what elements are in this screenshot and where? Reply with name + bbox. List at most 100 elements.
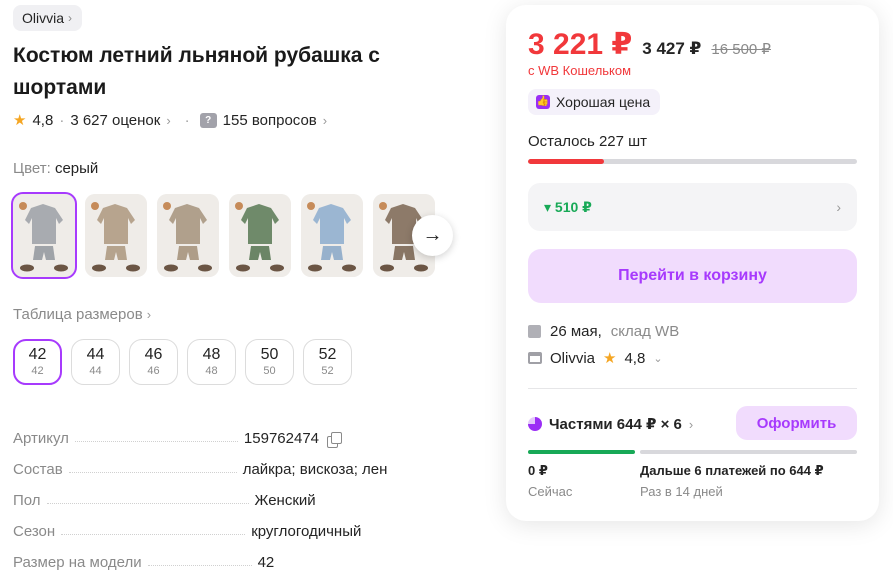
color-thumbnail-taupe[interactable] bbox=[157, 194, 219, 277]
reviews-link[interactable]: 3 627 оценок bbox=[70, 112, 160, 129]
divider bbox=[528, 388, 857, 389]
brand-chip[interactable]: Olivvia › bbox=[13, 5, 83, 31]
size-ru: 46 bbox=[147, 365, 160, 377]
arrow-right-icon: → bbox=[422, 224, 443, 246]
spec-row: Артикул 159762474 bbox=[13, 416, 453, 448]
spec-value: 159762474 bbox=[243, 430, 343, 448]
stock-bar-fill bbox=[528, 159, 604, 164]
spec-row: Сезон круглогодичный bbox=[13, 509, 453, 540]
chevron-right-icon: › bbox=[146, 307, 152, 322]
stock-bar bbox=[528, 159, 857, 164]
color-thumbnail-gray[interactable] bbox=[11, 192, 77, 279]
chevron-right-icon: › bbox=[688, 416, 694, 432]
good-price-badge: 👍 Хорошая цена bbox=[528, 89, 661, 115]
discount-row[interactable]: ▾ 510 ₽ › bbox=[528, 183, 857, 231]
size-option[interactable]: 48 48 bbox=[187, 339, 236, 385]
spec-value: лайкра; вискоза; лен bbox=[242, 461, 388, 478]
color-thumbnail-blue[interactable] bbox=[301, 194, 363, 277]
seller-name: Olivvia bbox=[550, 349, 596, 367]
spec-row: Пол Женский bbox=[13, 478, 453, 509]
next-arrow-button[interactable]: → bbox=[412, 215, 453, 256]
price-old: 16 500 ₽ bbox=[711, 41, 771, 58]
spec-key: Размер на модели bbox=[13, 554, 142, 571]
rating-value: 4,8 bbox=[32, 111, 54, 129]
chevron-down-icon: ⌄ bbox=[653, 352, 663, 365]
size-ru: 52 bbox=[321, 365, 334, 377]
plan-now-amount: 0 ₽ bbox=[528, 463, 548, 478]
outfit-image bbox=[13, 194, 75, 277]
plan-later-label: Раз в 14 дней bbox=[640, 484, 723, 499]
color-key: Цвет: bbox=[13, 160, 51, 177]
color-label: Цвет: серый bbox=[13, 160, 98, 177]
color-thumbnail-beige[interactable] bbox=[85, 194, 147, 277]
outfit-image bbox=[301, 194, 363, 277]
spec-key: Артикул bbox=[13, 430, 69, 447]
spec-table: Артикул 159762474 Состав лайкра; вискоза… bbox=[13, 416, 453, 571]
rating-row: ★ 4,8 · 3 627 оценок › · ? 155 вопросов … bbox=[13, 111, 327, 130]
delivery-info: 26 мая, склад WB bbox=[528, 323, 679, 340]
pie-chart-icon bbox=[528, 417, 542, 431]
dotted-leader bbox=[74, 441, 238, 442]
dotted-leader bbox=[46, 503, 249, 504]
price-regular: 3 427 ₽ bbox=[642, 39, 702, 58]
plan-bar-now bbox=[528, 450, 635, 454]
dotted-leader bbox=[61, 534, 246, 535]
outfit-image bbox=[229, 194, 291, 277]
color-value: серый bbox=[54, 160, 99, 177]
delivery-warehouse: склад WB bbox=[610, 323, 680, 340]
size-value: 48 bbox=[202, 346, 221, 363]
size-ru: 50 bbox=[263, 365, 276, 377]
wallet-note: с WB Кошельком bbox=[528, 63, 632, 78]
size-value: 46 bbox=[144, 346, 163, 363]
go-to-cart-button[interactable]: Перейти в корзину bbox=[528, 249, 857, 303]
star-icon: ★ bbox=[603, 350, 617, 367]
dotted-leader bbox=[68, 472, 237, 473]
size-value: 50 bbox=[260, 346, 279, 363]
size-ru: 44 bbox=[89, 365, 102, 377]
size-table-link[interactable]: Таблица размеров › bbox=[13, 306, 151, 323]
size-option[interactable]: 46 46 bbox=[129, 339, 178, 385]
plan-bar-later bbox=[640, 450, 857, 454]
spec-key: Пол bbox=[13, 492, 41, 509]
article-number: 159762474 bbox=[243, 430, 320, 447]
seller-rating: 4,8 bbox=[624, 349, 646, 367]
size-option[interactable]: 44 44 bbox=[71, 339, 120, 385]
outfit-image bbox=[85, 194, 147, 277]
outfit-image bbox=[157, 194, 219, 277]
stock-text: Осталось 227 шт bbox=[528, 133, 648, 150]
chevron-right-icon: › bbox=[836, 199, 841, 215]
size-option[interactable]: 52 52 bbox=[303, 339, 352, 385]
size-ru: 48 bbox=[205, 365, 218, 377]
box-icon bbox=[528, 325, 541, 338]
separator-dot: · bbox=[59, 111, 65, 129]
good-price-label: Хорошая цена bbox=[556, 94, 651, 110]
installments-link[interactable]: Частями 644 ₽ × 6 › bbox=[528, 415, 693, 433]
color-thumbnail-green[interactable] bbox=[229, 194, 291, 277]
spec-value: Женский bbox=[254, 492, 316, 509]
size-option[interactable]: 42 42 bbox=[13, 339, 62, 385]
size-value: 52 bbox=[318, 346, 337, 363]
separator-dot: · bbox=[184, 111, 190, 129]
copy-icon[interactable] bbox=[327, 431, 343, 448]
questions-link[interactable]: 155 вопросов bbox=[223, 112, 317, 129]
size-option[interactable]: 50 50 bbox=[245, 339, 294, 385]
seller-info[interactable]: Olivvia ★ 4,8 ⌄ bbox=[528, 349, 663, 367]
dotted-leader bbox=[147, 565, 252, 566]
spec-key: Сезон bbox=[13, 523, 56, 540]
spec-row: Размер на модели 42 bbox=[13, 540, 453, 571]
delivery-date: 26 мая, bbox=[550, 323, 602, 340]
size-value: 44 bbox=[86, 346, 105, 363]
spec-value: 42 bbox=[257, 554, 275, 571]
spec-value: круглогодичный bbox=[251, 523, 362, 540]
spec-row: Состав лайкра; вискоза; лен bbox=[13, 447, 453, 478]
size-ru: 42 bbox=[31, 365, 44, 377]
thumbs-up-icon: 👍 bbox=[536, 95, 550, 109]
discount-amount: ▾ 510 ₽ bbox=[544, 198, 592, 215]
order-button[interactable]: Оформить bbox=[736, 406, 857, 440]
buy-card: 3 221 ₽ 3 427 ₽ 16 500 ₽ с WB Кошельком … bbox=[506, 5, 879, 521]
plan-later-amount: Дальше 6 платежей по 644 ₽ bbox=[640, 463, 824, 478]
questions-icon: ? bbox=[199, 112, 217, 128]
shop-icon bbox=[528, 352, 542, 364]
chevron-right-icon: › bbox=[68, 11, 73, 25]
size-value: 42 bbox=[28, 346, 47, 363]
